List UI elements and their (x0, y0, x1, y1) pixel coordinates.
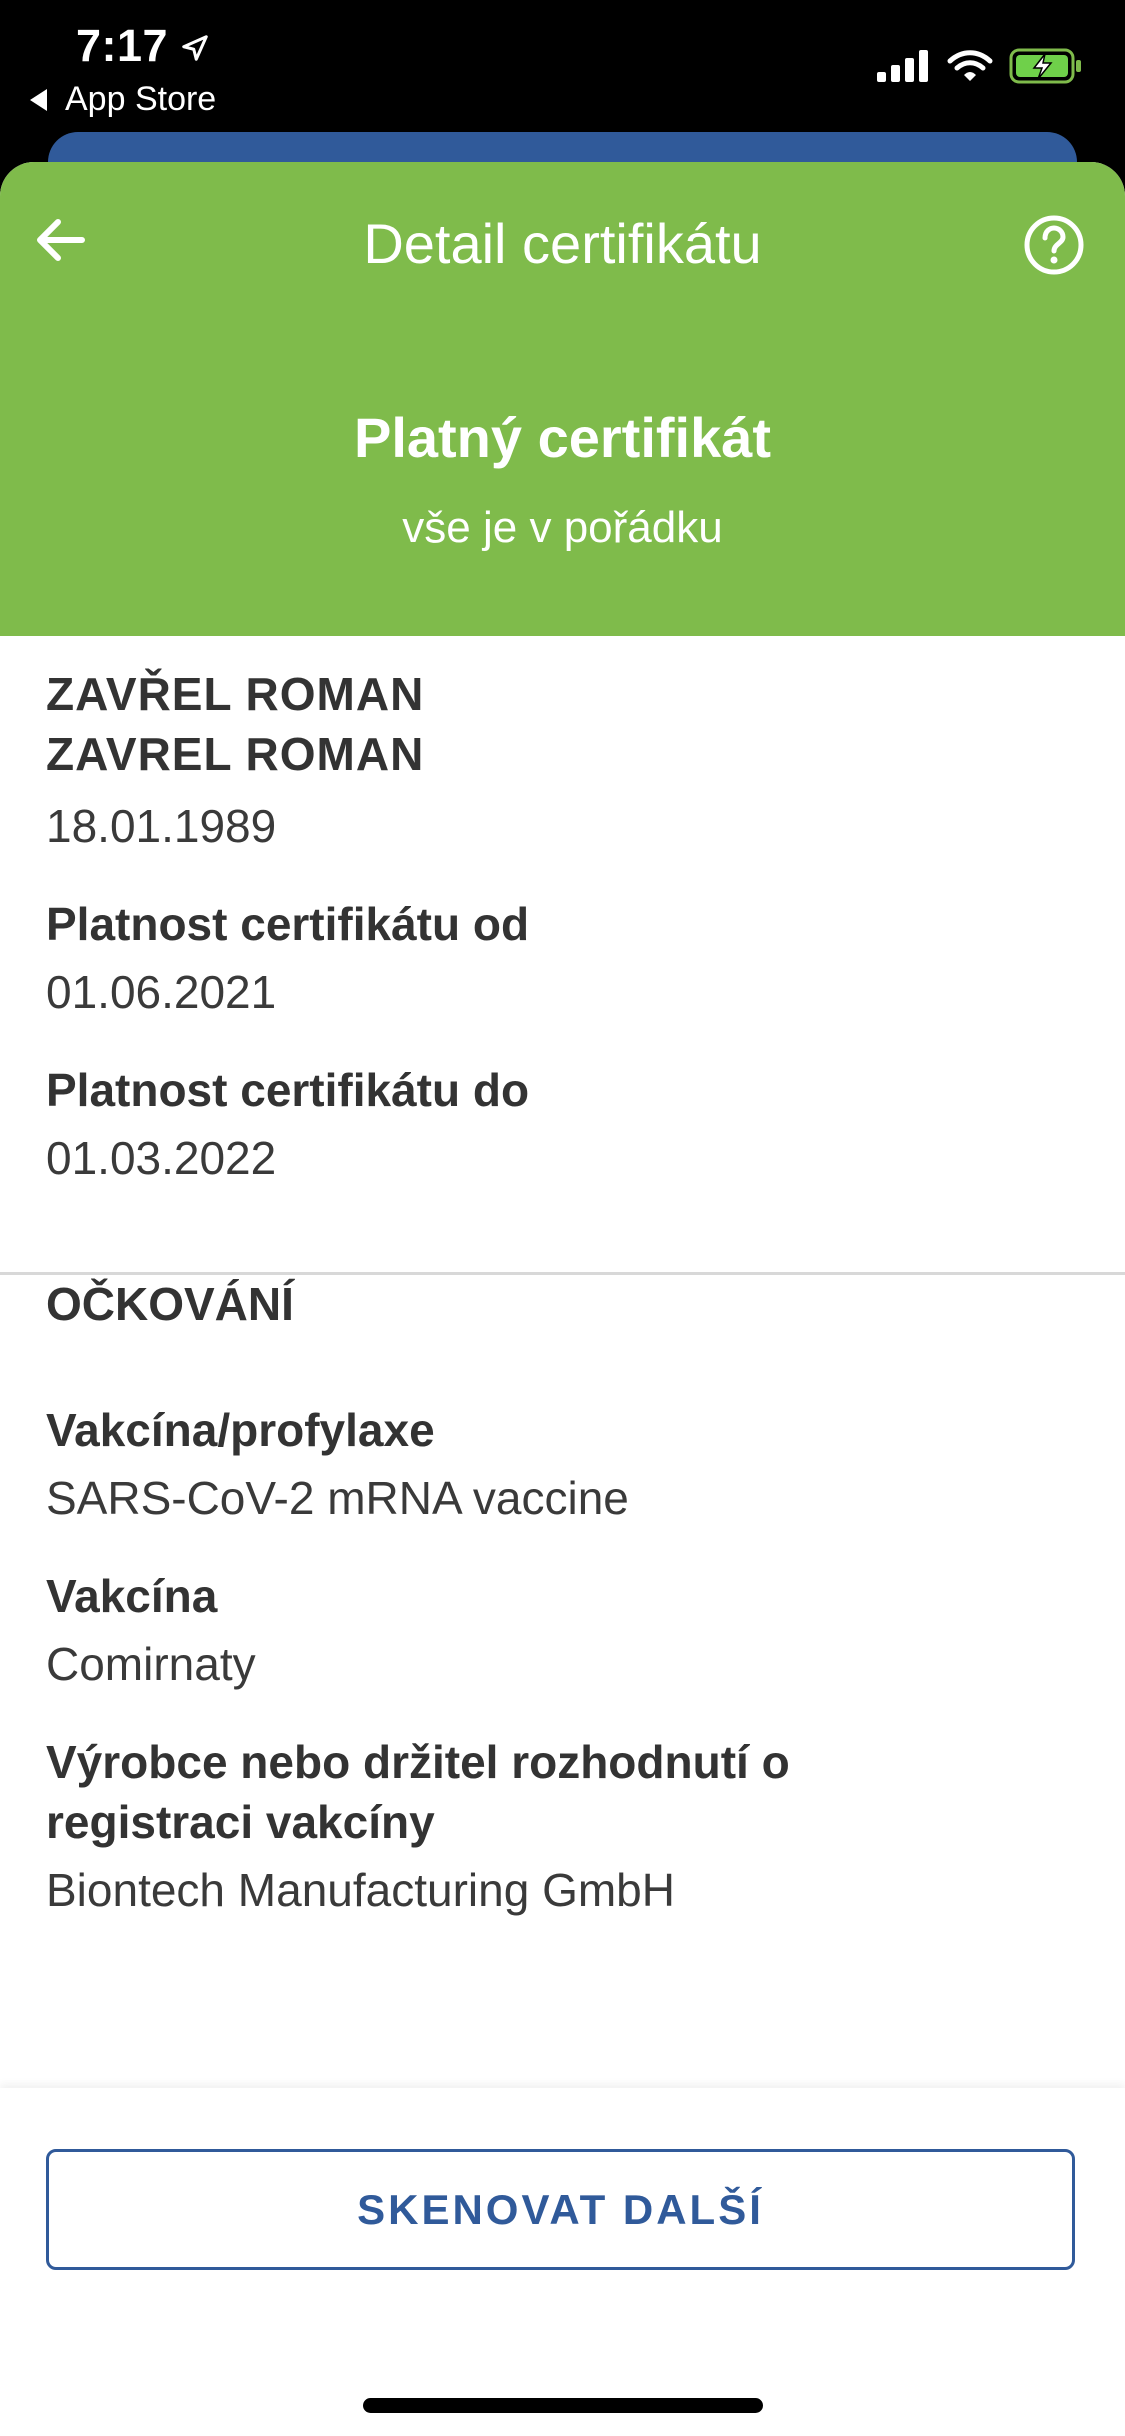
vaccination-section-title: OČKOVÁNÍ (46, 1278, 294, 1330)
holder-name-national: ZAVŘEL ROMAN (46, 668, 425, 720)
location-arrow-icon (182, 35, 208, 61)
valid-from-label: Platnost certifikátu od (46, 898, 530, 950)
status-time-text: 7:17 (76, 20, 169, 71)
vaccine-label: Vakcína (46, 1570, 218, 1622)
prophylaxis-value: SARS-CoV-2 mRNA vaccine (46, 1472, 629, 1524)
valid-to-label: Platnost certifikátu do (46, 1064, 530, 1116)
manufacturer-label-line2: registraci vakcíny (46, 1796, 435, 1848)
home-indicator[interactable] (363, 2398, 763, 2413)
valid-to-value: 01.03.2022 (46, 1132, 277, 1184)
section-divider (0, 1272, 1125, 1275)
back-triangle-icon (30, 88, 47, 111)
scan-next-button[interactable]: SKENOVAT DALŠÍ (46, 2149, 1075, 2270)
certificate-status-subtitle: vše je v pořádku (402, 503, 723, 552)
cellular-signal-icon (877, 50, 928, 82)
header: Detail certifikátu Platný certifikát vše… (0, 162, 1125, 636)
status-icons (861, 48, 1083, 84)
battery-charging-icon (1009, 48, 1081, 84)
vaccine-value: Comirnaty (46, 1638, 256, 1690)
certificate-content: ZAVŘEL ROMAN ZAVREL ROMAN 18.01.1989 Pla… (46, 636, 1086, 1918)
status-time: 7:17 (76, 20, 210, 72)
back-to-app-store[interactable]: App Store (30, 80, 216, 119)
holder-name-transliterated: ZAVREL ROMAN (46, 728, 425, 780)
prophylaxis-label: Vakcína/profylaxe (46, 1404, 435, 1456)
manufacturer-value: Biontech Manufacturing GmbH (46, 1864, 675, 1916)
wifi-icon (947, 50, 993, 81)
manufacturer-label-line1: Výrobce nebo držitel rozhodnutí o (46, 1736, 790, 1788)
page-title: Detail certifikátu (363, 212, 762, 275)
certificate-status-title: Platný certifikát (353, 406, 772, 469)
valid-from-value: 01.06.2021 (46, 966, 277, 1018)
help-icon[interactable] (1023, 214, 1085, 276)
back-app-label: App Store (65, 80, 217, 118)
holder-birth-date: 18.01.1989 (46, 800, 277, 852)
